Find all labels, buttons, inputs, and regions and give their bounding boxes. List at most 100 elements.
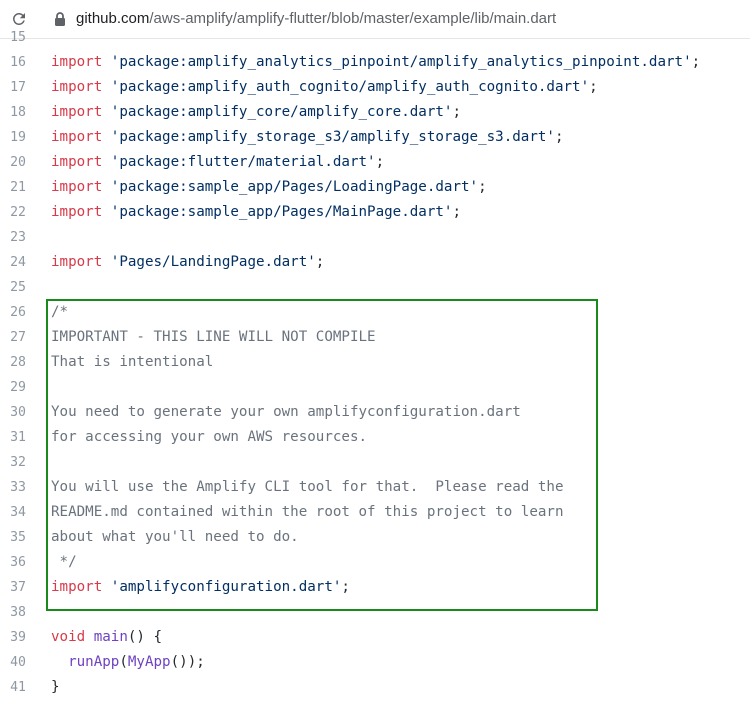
code-token: ;: [478, 179, 487, 195]
code-token: 'package:amplify_auth_cognito/amplify_au…: [110, 79, 590, 95]
line-number[interactable]: 35: [0, 525, 26, 550]
code-text: }: [51, 675, 60, 700]
code-line: 25: [0, 275, 750, 300]
code-line: 17 import 'package:amplify_auth_cognito/a…: [0, 75, 750, 100]
line-number[interactable]: 22: [0, 200, 26, 225]
code-token: 'package:amplify_core/amplify_core.dart': [110, 104, 453, 120]
code-text: import 'package:sample_app/Pages/Loading…: [51, 175, 487, 200]
code-token: main: [93, 629, 128, 645]
code-line: 40 runApp(MyApp());: [0, 650, 750, 675]
code-text: import 'package:amplify_analytics_pinpoi…: [51, 50, 700, 75]
url-path: /aws-amplify/amplify-flutter/blob/master…: [149, 10, 557, 27]
code-token: import: [51, 204, 103, 220]
code-line: 39 void main() {: [0, 625, 750, 650]
line-number[interactable]: 21: [0, 175, 26, 200]
line-number[interactable]: 38: [0, 600, 26, 625]
code-token: import: [51, 129, 103, 145]
code-token: ;: [691, 54, 701, 70]
code-text: import 'Pages/LandingPage.dart';: [51, 250, 324, 275]
code-line: 23: [0, 225, 750, 250]
code-token: (: [119, 654, 128, 670]
code-text: import 'package:sample_app/Pages/MainPag…: [51, 200, 461, 225]
code-token: 'package:amplify_storage_s3/amplify_stor…: [110, 129, 555, 145]
line-number[interactable]: 23: [0, 225, 26, 250]
code-line: 21 import 'package:sample_app/Pages/Loadi…: [0, 175, 750, 200]
code-token: ;: [589, 79, 598, 95]
code-token: 'package:flutter/material.dart': [110, 154, 376, 170]
code-token: import: [51, 54, 103, 70]
code-token: }: [51, 679, 60, 695]
code-text: import 'package:flutter/material.dart';: [51, 150, 384, 175]
code-token: ;: [452, 204, 462, 220]
line-number[interactable]: 36: [0, 550, 26, 575]
highlight-box: [46, 299, 598, 611]
line-number[interactable]: 28: [0, 350, 26, 375]
code-token: ;: [315, 254, 325, 270]
code-token: ());: [170, 654, 205, 670]
line-number[interactable]: 31: [0, 425, 26, 450]
code-line: 20 import 'package:flutter/material.dart'…: [0, 150, 750, 175]
reload-icon[interactable]: [8, 8, 30, 30]
line-number[interactable]: 20: [0, 150, 26, 175]
line-number[interactable]: 32: [0, 450, 26, 475]
code-token: 'package:sample_app/Pages/MainPage.dart': [110, 204, 453, 220]
code-text: import 'package:amplify_storage_s3/ampli…: [51, 125, 564, 150]
line-number[interactable]: 24: [0, 250, 26, 275]
code-token: import: [51, 254, 103, 270]
line-number[interactable]: 29: [0, 375, 26, 400]
line-number[interactable]: 33: [0, 475, 26, 500]
code-text: import 'package:amplify_core/amplify_cor…: [51, 100, 461, 125]
code-line: 16 import 'package:amplify_analytics_pinp…: [0, 50, 750, 75]
line-number[interactable]: 25: [0, 275, 26, 300]
code-token: import: [51, 79, 103, 95]
line-number[interactable]: 19: [0, 125, 26, 150]
code-token: ;: [554, 129, 564, 145]
line-number[interactable]: 17: [0, 75, 26, 100]
line-number[interactable]: 18: [0, 100, 26, 125]
code-token: import: [51, 104, 103, 120]
line-number[interactable]: 30: [0, 400, 26, 425]
line-number[interactable]: 39: [0, 625, 26, 650]
line-number[interactable]: 16: [0, 50, 26, 75]
lock-icon[interactable]: [54, 11, 66, 27]
line-number[interactable]: 26: [0, 300, 26, 325]
code-token: MyApp: [127, 654, 171, 670]
code-token: () {: [127, 629, 163, 645]
code-line: 18 import 'package:amplify_core/amplify_c…: [0, 100, 750, 125]
code-text: import 'package:amplify_auth_cognito/amp…: [51, 75, 598, 100]
code-token: ;: [375, 154, 385, 170]
code-token: ;: [452, 104, 462, 120]
code-token: import: [51, 154, 103, 170]
code-token: import: [51, 179, 103, 195]
code-token: runApp: [68, 654, 120, 670]
url-domain: github.com: [76, 10, 150, 27]
line-number[interactable]: 41: [0, 675, 26, 700]
line-number[interactable]: 27: [0, 325, 26, 350]
line-number[interactable]: 34: [0, 500, 26, 525]
code-line: 41}: [0, 675, 750, 700]
code-token: 'package:sample_app/Pages/LoadingPage.da…: [110, 179, 479, 195]
code-line: 22 import 'package:sample_app/Pages/MainP…: [0, 200, 750, 225]
url-field[interactable]: github.com/aws-amplify/amplify-flutter/b…: [76, 8, 556, 30]
code-token: 'Pages/LandingPage.dart': [110, 254, 316, 270]
line-number[interactable]: 15: [0, 28, 26, 50]
code-text: runApp(MyApp());: [51, 650, 205, 675]
code-line: 24 import 'Pages/LandingPage.dart';: [0, 250, 750, 275]
code-line: 15: [0, 28, 750, 50]
code-token: void: [51, 629, 86, 645]
line-number[interactable]: 37: [0, 575, 26, 600]
code-token: 'package:amplify_analytics_pinpoint/ampl…: [110, 54, 692, 70]
code-text: void main() {: [51, 625, 162, 650]
code-line: 19 import 'package:amplify_storage_s3/amp…: [0, 125, 750, 150]
line-number[interactable]: 40: [0, 650, 26, 675]
